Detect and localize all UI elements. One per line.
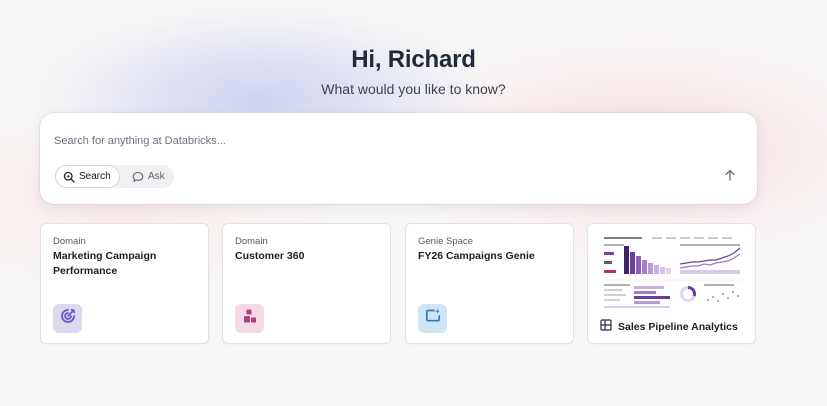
user-segments-icon [241,307,259,330]
card-title: Customer 360 [235,250,305,262]
chat-bubble-icon [132,171,144,183]
submit-button[interactable] [720,167,740,187]
card-title: Sales Pipeline Analytics [618,320,738,333]
card-icon-badge [235,304,264,333]
card-title-row: Sales Pipeline Analytics [600,319,738,334]
target-icon [59,307,77,330]
ask-mode-button[interactable]: Ask [125,166,173,187]
card-marketing-campaign-performance[interactable]: Domain Marketing Campaign Performance [40,223,209,344]
search-sparkle-icon [63,171,75,183]
card-kind-label: Domain [53,236,86,247]
mode-toggle: Search Ask [55,165,174,188]
greeting-subtitle: What would you like to know? [321,81,506,97]
card-icon-badge [53,304,82,333]
arrow-up-icon [723,168,737,187]
card-sales-pipeline-analytics[interactable]: Sales Pipeline Analytics [587,223,756,344]
card-icon-badge [418,304,447,333]
search-panel: Search Ask [40,113,757,204]
card-customer-360[interactable]: Domain Customer 360 [222,223,391,344]
dashboard-thumbnail [600,234,745,310]
search-mode-button[interactable]: Search [56,166,119,187]
card-title: Marketing Campaign Performance [53,250,157,277]
chat-sparkle-icon [424,307,442,330]
greeting-title: Hi, Richard [351,46,476,73]
search-mode-label: Search [79,171,111,182]
search-input[interactable] [54,131,714,151]
card-kind-label: Domain [235,236,268,247]
dashboard-icon [600,319,612,334]
card-kind-label: Genie Space [418,236,473,247]
ask-mode-label: Ask [148,171,165,182]
card-fy26-campaigns-genie[interactable]: Genie Space FY26 Campaigns Genie [405,223,574,344]
card-title: FY26 Campaigns Genie [418,250,535,262]
